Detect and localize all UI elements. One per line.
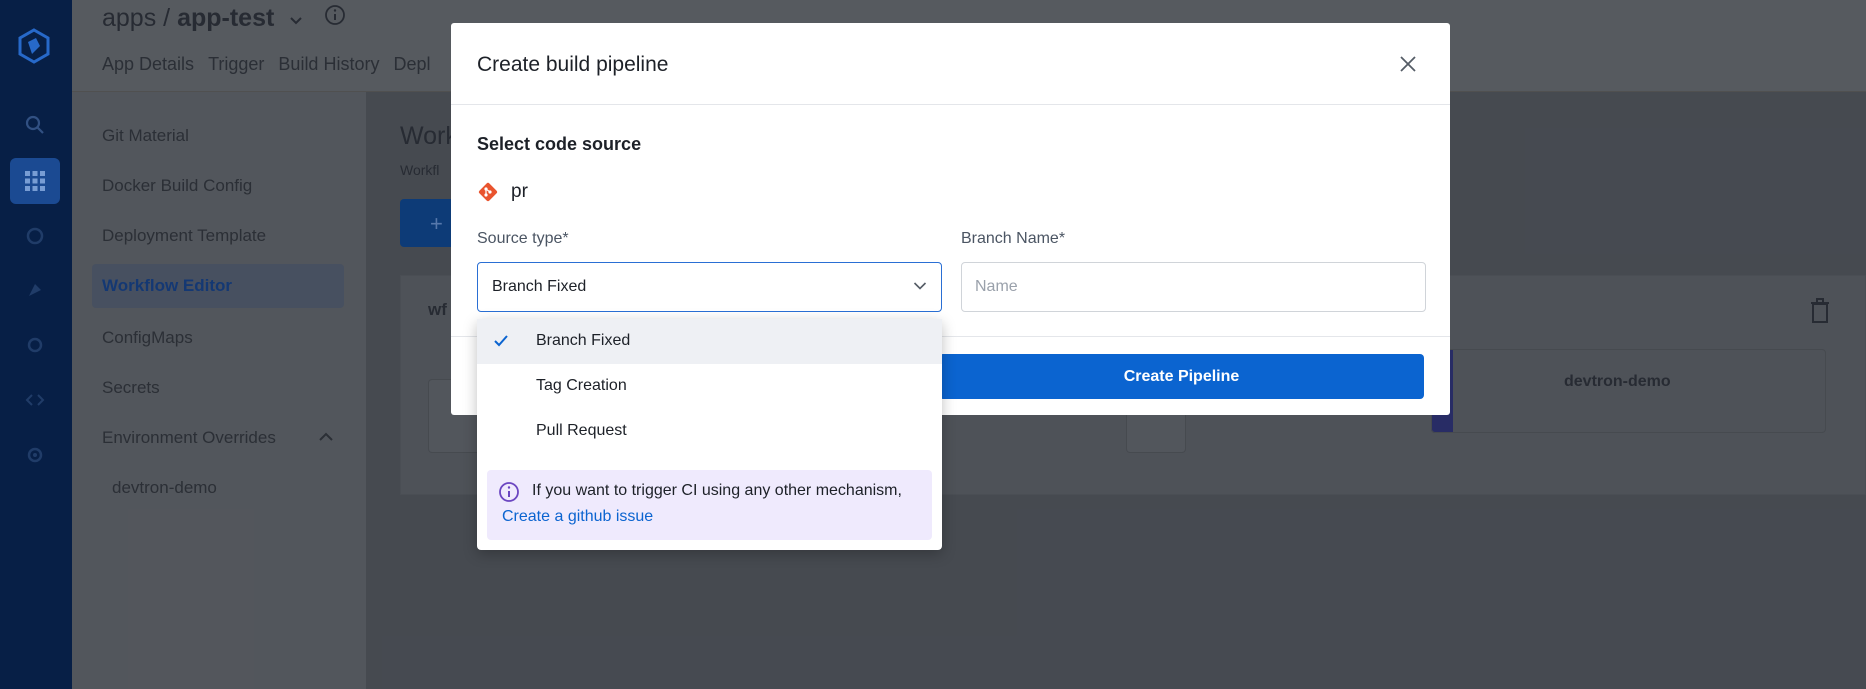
workflow-page-title: Work [400, 122, 458, 150]
app-breadcrumb: apps / app-test [102, 4, 346, 33]
info-icon [499, 482, 519, 502]
option-label: Branch Fixed [536, 332, 631, 349]
info-icon[interactable] [324, 4, 346, 26]
option-branch-fixed[interactable]: Branch Fixed [477, 319, 942, 364]
nav-docker-build-config[interactable]: Docker Build Config [102, 176, 252, 196]
chevron-up-icon[interactable] [318, 432, 334, 442]
settings-icon[interactable] [20, 440, 50, 470]
apps-grid-icon[interactable] [10, 158, 60, 204]
git-icon [478, 182, 498, 202]
option-pull-request[interactable]: Pull Request [477, 409, 942, 454]
branch-name-label: Branch Name* [961, 230, 1066, 247]
workflow-name: wf [428, 300, 447, 319]
nav-deployment-template[interactable]: Deployment Template [102, 226, 266, 246]
breadcrumb-parent[interactable]: apps [102, 4, 156, 32]
source-type-dropdown: Branch Fixed Tag Creation Pull Request I… [477, 319, 942, 550]
tab-deployment[interactable]: Depl [393, 54, 430, 75]
nav-secrets[interactable]: Secrets [102, 378, 160, 398]
git-material-name: pr [511, 181, 528, 202]
modal-header: Create build pipeline [451, 23, 1450, 105]
git-material-row: pr [477, 181, 528, 203]
tab-build-history[interactable]: Build History [278, 54, 379, 75]
create-github-issue-link[interactable]: Create a github issue [502, 508, 653, 526]
app-name: app-test [177, 4, 275, 32]
chevron-down-icon [913, 282, 927, 290]
nav-workflow-editor[interactable]: Workflow Editor [92, 264, 344, 308]
section-title: Select code source [477, 134, 642, 154]
create-pipeline-button[interactable]: Create Pipeline [939, 354, 1424, 399]
env-node-name: devtron-demo [1564, 373, 1671, 390]
rocket-icon[interactable] [20, 275, 50, 305]
search-icon[interactable] [20, 110, 50, 140]
option-tag-creation[interactable]: Tag Creation [477, 364, 942, 409]
devtron-logo-icon [18, 28, 50, 64]
config-side-nav: Git Material Docker Build Config Deploym… [72, 92, 366, 689]
left-rail [0, 0, 72, 689]
source-type-select[interactable]: Branch Fixed [477, 262, 942, 312]
chevron-down-icon[interactable] [289, 16, 303, 26]
info-box: If you want to trigger CI using any othe… [487, 470, 932, 540]
option-label: Tag Creation [536, 377, 627, 394]
nav-configmaps[interactable]: ConfigMaps [102, 328, 193, 348]
delete-icon[interactable] [1809, 298, 1831, 324]
nav-git-material[interactable]: Git Material [102, 126, 189, 146]
info-text: If you want to trigger CI using any othe… [532, 482, 902, 499]
bug-icon[interactable] [20, 330, 50, 360]
code-icon[interactable] [20, 385, 50, 415]
gear-icon[interactable] [20, 221, 50, 251]
close-icon[interactable] [1396, 52, 1420, 76]
branch-name-input[interactable] [961, 262, 1426, 312]
source-type-label: Source type* [477, 230, 569, 247]
nav-env-devtron-demo[interactable]: devtron-demo [112, 478, 217, 498]
app-tabs: App Details Trigger Build History Depl [102, 54, 430, 75]
tab-trigger[interactable]: Trigger [208, 54, 264, 75]
tab-app-details[interactable]: App Details [102, 54, 194, 75]
modal-title: Create build pipeline [477, 53, 669, 76]
workflow-page-subtitle: Workfl [400, 162, 440, 178]
env-node[interactable]: devtron-demo [1431, 349, 1826, 433]
nav-environment-overrides[interactable]: Environment Overrides [102, 428, 276, 448]
breadcrumb-separator: / [156, 4, 178, 32]
source-type-value: Branch Fixed [492, 278, 587, 295]
option-label: Pull Request [536, 422, 627, 439]
check-icon [494, 335, 508, 347]
